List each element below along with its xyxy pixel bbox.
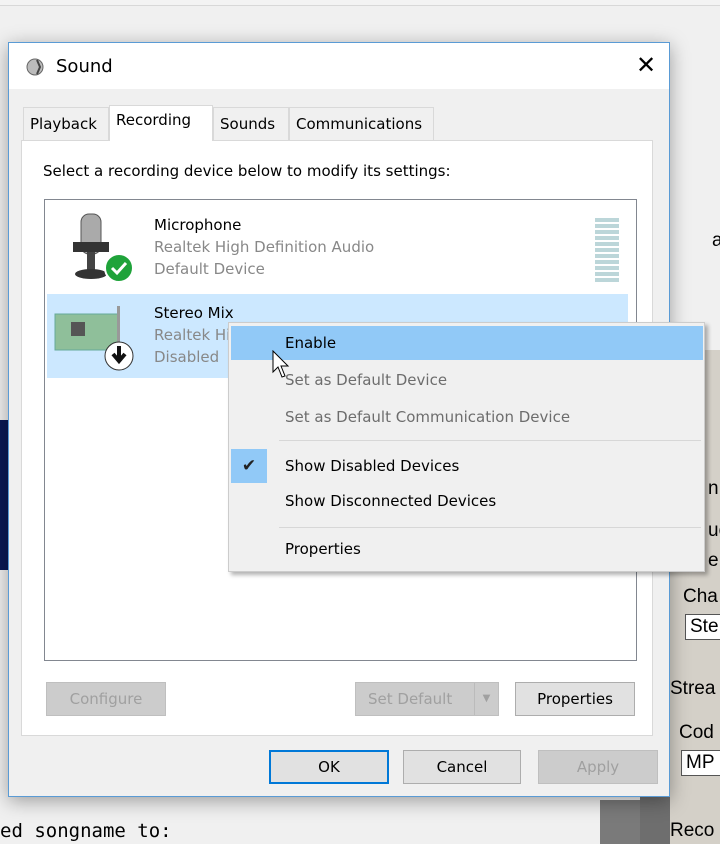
- menu-item-set-default-communication-device[interactable]: Set as Default Communication Device: [231, 400, 703, 434]
- ok-button[interactable]: OK: [269, 750, 389, 784]
- tab-recording[interactable]: Recording: [109, 105, 213, 141]
- set-default-label: Set Default: [368, 690, 453, 708]
- bg-fragment: a: [712, 230, 720, 251]
- tab-playback[interactable]: Playback: [23, 107, 109, 141]
- tab-communications[interactable]: Communications: [289, 107, 434, 141]
- bg-fragment: MP: [681, 750, 720, 776]
- level-meter: [595, 218, 619, 284]
- menu-separator: [279, 440, 701, 441]
- microphone-icon: [73, 213, 134, 282]
- mouse-cursor-icon: [272, 350, 290, 378]
- menu-separator: [279, 527, 701, 528]
- bg-fragment: e: [708, 550, 719, 571]
- menu-item-properties[interactable]: Properties: [231, 532, 703, 566]
- device-status: Disabled: [154, 348, 220, 366]
- menu-item-set-default-device[interactable]: Set as Default Device: [231, 363, 703, 397]
- bg-fragment: Strea: [670, 678, 716, 699]
- device-driver: Realtek High Definition Audio: [154, 238, 375, 256]
- background-top: [0, 0, 720, 6]
- menu-item-show-disabled-devices[interactable]: Show Disabled Devices: [231, 449, 703, 483]
- bg-fragment: Cod: [679, 722, 714, 743]
- bg-fragment: Ste: [685, 614, 720, 640]
- instruction-label: Select a recording device below to modif…: [43, 162, 451, 180]
- sound-card-icon: [54, 306, 134, 371]
- background-frame: [600, 800, 640, 844]
- properties-button[interactable]: Properties: [515, 682, 635, 716]
- chevron-down-icon[interactable]: ▼: [474, 683, 498, 715]
- console-text: ed songname to:: [0, 820, 172, 842]
- configure-button[interactable]: Configure: [46, 682, 166, 716]
- tab-sounds[interactable]: Sounds: [213, 107, 289, 141]
- close-icon[interactable]: ✕: [631, 51, 661, 81]
- bg-fragment: n: [708, 478, 719, 499]
- set-default-button[interactable]: Set Default ▼: [355, 682, 499, 716]
- bg-fragment: uc: [708, 520, 720, 541]
- dialog-title: Sound: [56, 56, 113, 77]
- device-status: Default Device: [154, 260, 265, 278]
- device-name: Stereo Mix: [154, 304, 234, 322]
- speaker-icon: [26, 58, 44, 76]
- menu-item-show-disconnected-devices[interactable]: Show Disconnected Devices: [231, 484, 703, 518]
- apply-button[interactable]: Apply: [538, 750, 658, 784]
- menu-item-enable[interactable]: Enable: [231, 326, 703, 360]
- bg-fragment: Cha: [683, 586, 718, 607]
- cancel-button[interactable]: Cancel: [403, 750, 521, 784]
- bg-fragment: Reco: [670, 820, 715, 841]
- device-name: Microphone: [154, 216, 242, 234]
- title-bar: Sound ✕: [9, 43, 669, 89]
- device-row-microphone[interactable]: Microphone Realtek High Definition Audio…: [47, 206, 628, 290]
- context-menu: Enable Set as Default Device Set as Defa…: [228, 322, 705, 572]
